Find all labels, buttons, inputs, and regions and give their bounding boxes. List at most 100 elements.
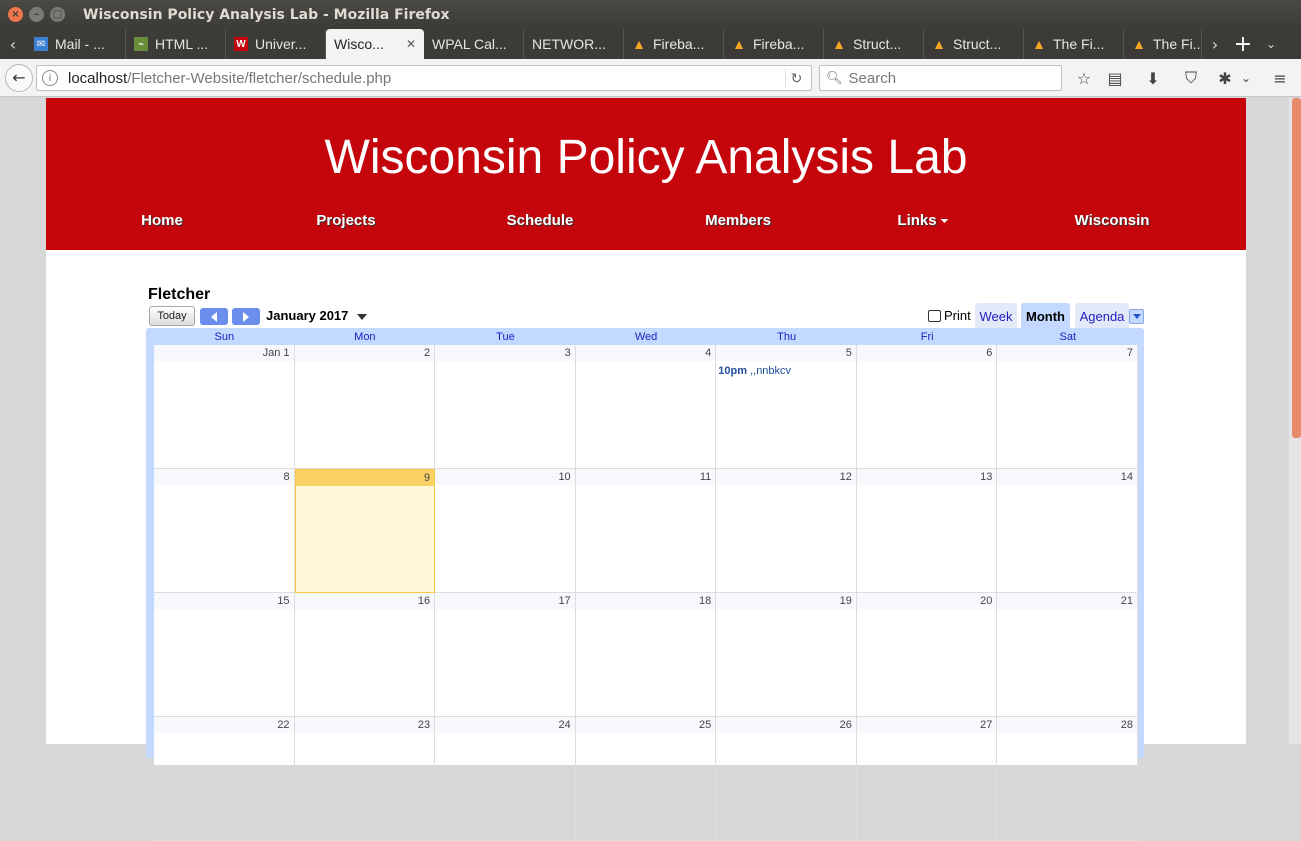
- search-input[interactable]: 🔍︎ Search: [819, 65, 1062, 91]
- day-number[interactable]: 21: [997, 593, 1137, 609]
- tab-wpal-calendar[interactable]: WPAL Cal...: [424, 29, 524, 59]
- day-number[interactable]: 12: [716, 469, 856, 485]
- menu-wisconsin-link[interactable]: Wisconsin: [1075, 212, 1150, 229]
- day-number[interactable]: 11: [575, 469, 716, 485]
- calendar-day-cell[interactable]: 5 10pm ,,nnbkcv: [716, 345, 857, 469]
- bookmark-star-icon[interactable]: ☆: [1074, 68, 1094, 88]
- day-number[interactable]: Jan 1: [154, 345, 294, 361]
- day-number[interactable]: 5: [716, 345, 856, 361]
- day-number[interactable]: 8: [154, 469, 294, 485]
- calendar-day-cell[interactable]: 20: [856, 593, 998, 717]
- day-number[interactable]: 19: [716, 593, 856, 609]
- day-number[interactable]: 14: [997, 469, 1137, 485]
- calendar-day-cell[interactable]: 24: [435, 717, 576, 841]
- tab-struct-1[interactable]: ▲ Struct...: [824, 29, 924, 59]
- calendar-day-cell[interactable]: 18: [575, 593, 717, 717]
- url-bar[interactable]: i localhost/Fletcher-Website/fletcher/sc…: [36, 65, 812, 91]
- tab-university[interactable]: W Univer...: [226, 29, 326, 59]
- day-number[interactable]: 3: [435, 345, 575, 361]
- window-minimize-button[interactable]: –: [29, 7, 44, 22]
- day-number[interactable]: 24: [435, 717, 575, 733]
- calendar-day-cell[interactable]: 21: [997, 593, 1138, 717]
- day-number[interactable]: 16: [294, 593, 435, 609]
- calendar-day-cell[interactable]: 12: [716, 469, 857, 593]
- window-close-button[interactable]: ×: [8, 7, 23, 22]
- view-tab-week[interactable]: Week: [975, 303, 1017, 329]
- site-info-icon[interactable]: i: [42, 70, 58, 86]
- current-month-label[interactable]: January 2017: [266, 308, 348, 323]
- reload-icon[interactable]: ↻: [785, 69, 807, 87]
- tab-firebase-1[interactable]: ▲ Fireba...: [624, 29, 724, 59]
- calendar-day-cell[interactable]: 23: [294, 717, 436, 841]
- month-picker-caret-icon[interactable]: [357, 314, 367, 320]
- calendar-day-cell[interactable]: 26: [716, 717, 857, 841]
- tab-struct-2[interactable]: ▲ Struct...: [924, 29, 1024, 59]
- view-tab-agenda[interactable]: Agenda: [1075, 303, 1129, 329]
- tab-close-icon[interactable]: ✕: [406, 37, 416, 51]
- calendar-day-cell[interactable]: 13: [856, 469, 998, 593]
- view-tab-month[interactable]: Month: [1021, 303, 1070, 329]
- tab-html[interactable]: ⌁ HTML ...: [126, 29, 226, 59]
- day-number[interactable]: 20: [856, 593, 997, 609]
- tab-list-chevron-down-icon[interactable]: ⌄: [1258, 29, 1284, 59]
- today-button[interactable]: Today: [149, 306, 195, 326]
- day-number[interactable]: 23: [294, 717, 435, 733]
- tab-network[interactable]: NETWOR...: [524, 29, 624, 59]
- menu-home-link[interactable]: Home: [141, 212, 183, 229]
- day-number[interactable]: 18: [575, 593, 716, 609]
- tabs-scroll-left-icon[interactable]: ‹: [0, 29, 26, 59]
- back-arrow-icon[interactable]: ←: [5, 63, 33, 92]
- day-number[interactable]: 22: [154, 717, 294, 733]
- calendar-day-cell[interactable]: 17: [435, 593, 576, 717]
- day-number[interactable]: 25: [575, 717, 716, 733]
- calendar-day-cell[interactable]: 15: [154, 593, 295, 717]
- menu-schedule-link[interactable]: Schedule: [507, 212, 574, 229]
- calendar-day-cell[interactable]: 14: [997, 469, 1138, 593]
- day-number[interactable]: 27: [856, 717, 997, 733]
- calendar-day-cell[interactable]: 16: [294, 593, 436, 717]
- calendar-day-cell[interactable]: 4: [575, 345, 717, 469]
- day-number[interactable]: 9: [295, 470, 435, 486]
- tab-thefi-1[interactable]: ▲ The Fi...: [1024, 29, 1124, 59]
- menu-links-dropdown[interactable]: Links: [897, 212, 949, 229]
- calendar-day-cell[interactable]: 10: [435, 469, 576, 593]
- calendar-day-cell[interactable]: 28: [997, 717, 1138, 841]
- view-options-dropdown[interactable]: [1129, 309, 1144, 324]
- day-number[interactable]: 4: [575, 345, 716, 361]
- calendar-day-cell[interactable]: 11: [575, 469, 717, 593]
- pocket-icon[interactable]: ⛉: [1181, 68, 1201, 88]
- menu-projects-link[interactable]: Projects: [316, 212, 375, 229]
- calendar-day-cell[interactable]: 25: [575, 717, 717, 841]
- day-number[interactable]: 2: [294, 345, 435, 361]
- calendar-day-cell[interactable]: 2: [294, 345, 436, 469]
- downloads-arrow-icon[interactable]: ⬇: [1143, 68, 1163, 88]
- calendar-day-cell[interactable]: 6: [856, 345, 998, 469]
- calendar-day-cell[interactable]: 3: [435, 345, 576, 469]
- day-number[interactable]: 13: [856, 469, 997, 485]
- day-number[interactable]: 17: [435, 593, 575, 609]
- calendar-day-cell[interactable]: 19: [716, 593, 857, 717]
- tab-firebase-2[interactable]: ▲ Fireba...: [724, 29, 824, 59]
- reading-list-icon[interactable]: ▤: [1105, 68, 1125, 88]
- calendar-day-cell[interactable]: Jan 1: [154, 345, 295, 469]
- new-tab-plus-icon[interactable]: +: [1228, 29, 1258, 59]
- menu-members-link[interactable]: Members: [705, 212, 771, 229]
- tabs-scroll-right-icon[interactable]: ›: [1202, 29, 1228, 59]
- day-number[interactable]: 15: [154, 593, 294, 609]
- tab-thefi-2[interactable]: ▲ The Fi...: [1124, 29, 1202, 59]
- day-number[interactable]: 28: [997, 717, 1137, 733]
- extension-chevron-down-icon[interactable]: ⌄: [1236, 68, 1256, 88]
- prev-month-button[interactable]: [200, 308, 228, 325]
- window-maximize-button[interactable]: □: [50, 7, 65, 22]
- tab-wisconsin-active[interactable]: Wisco... ✕: [326, 29, 424, 59]
- day-number[interactable]: 7: [997, 345, 1137, 361]
- calendar-day-cell[interactable]: 22: [154, 717, 295, 841]
- calendar-day-cell[interactable]: 27: [856, 717, 998, 841]
- calendar-day-cell[interactable]: 7: [997, 345, 1138, 469]
- next-month-button[interactable]: [232, 308, 260, 325]
- day-number[interactable]: 10: [435, 469, 575, 485]
- print-button[interactable]: Print: [928, 308, 971, 323]
- day-number[interactable]: 26: [716, 717, 856, 733]
- calendar-day-cell-today[interactable]: 9: [294, 469, 436, 593]
- calendar-event[interactable]: 10pm ,,nnbkcv: [718, 365, 791, 377]
